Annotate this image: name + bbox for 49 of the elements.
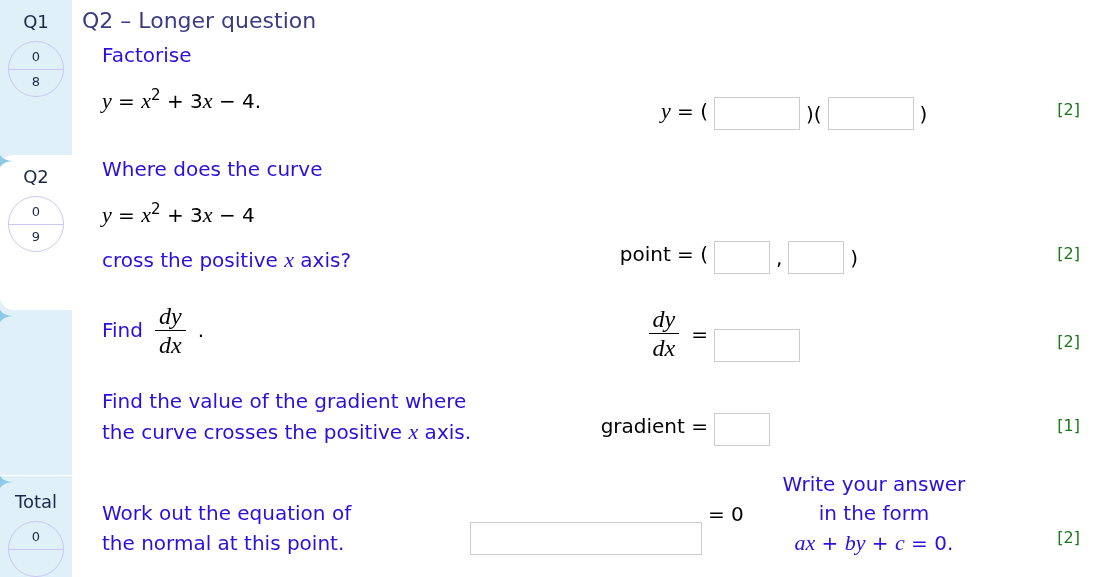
fraction-denominator: dx [651, 334, 677, 362]
question-text: the normal at this point. [102, 530, 345, 557]
answer-field[interactable] [827, 97, 914, 130]
answer-label: )( [806, 100, 822, 128]
question-text: the curve crosses the positive x axis. [102, 417, 472, 446]
answer-field[interactable] [714, 329, 800, 362]
answer-label: gradient = [600, 413, 708, 440]
question-text: Where does the curve [102, 156, 323, 183]
question-tab[interactable]: Q2 0 9 [0, 155, 72, 311]
answer-label: point = ( [619, 241, 708, 268]
answer-field[interactable] [470, 521, 702, 555]
hint-text: in the form [818, 500, 930, 527]
answer-label: ) [919, 100, 928, 128]
score-text: 0 [31, 48, 41, 66]
answer-field[interactable] [788, 241, 845, 274]
total-label: Total [14, 490, 57, 514]
question-text: Work out the equation of [102, 500, 352, 527]
fraction-denominator: dx [158, 330, 183, 359]
tab-label: Q1 [23, 10, 49, 34]
answer-field[interactable] [714, 241, 770, 274]
tab-label: Q2 [23, 165, 49, 190]
question-text: cross the positive x axis? [102, 245, 351, 274]
equation-text: y = x$^{2}$ + 3x − 4. [102, 85, 262, 115]
answer-label: = [691, 320, 708, 348]
max-score-text: 8 [31, 72, 41, 91]
marks-label: [2] [1057, 99, 1080, 121]
question-title: Q2 – Longer question [82, 6, 318, 35]
max-score-text: 9 [31, 227, 41, 246]
hint-text: ax + by + c = 0. [794, 529, 954, 557]
answer-label: y = ( [660, 96, 708, 125]
hint-text: Write your answer [782, 471, 966, 498]
question-text: Factorise [102, 42, 192, 69]
answer-label: , [776, 244, 783, 272]
question-text: Find [102, 317, 143, 344]
marks-label: [2] [1057, 527, 1080, 549]
marks-label: [2] [1057, 243, 1080, 265]
marks-label: [2] [1057, 331, 1080, 353]
question-text: Find the value of the gradient where [102, 388, 467, 415]
answer-field[interactable] [714, 97, 800, 130]
equation-text: y = x$^{2}$ + 3x − 4 [102, 199, 255, 229]
answer-label: ) [850, 244, 859, 272]
fraction-numerator: dy [155, 301, 186, 331]
score-text: 0 [31, 528, 41, 546]
answer-label: = 0 [708, 501, 744, 528]
fraction-numerator: dy [648, 305, 680, 334]
marks-label: [1] [1057, 415, 1080, 437]
score-text: 0 [31, 203, 41, 222]
equation-text: . [197, 317, 204, 344]
answer-field[interactable] [714, 413, 770, 446]
